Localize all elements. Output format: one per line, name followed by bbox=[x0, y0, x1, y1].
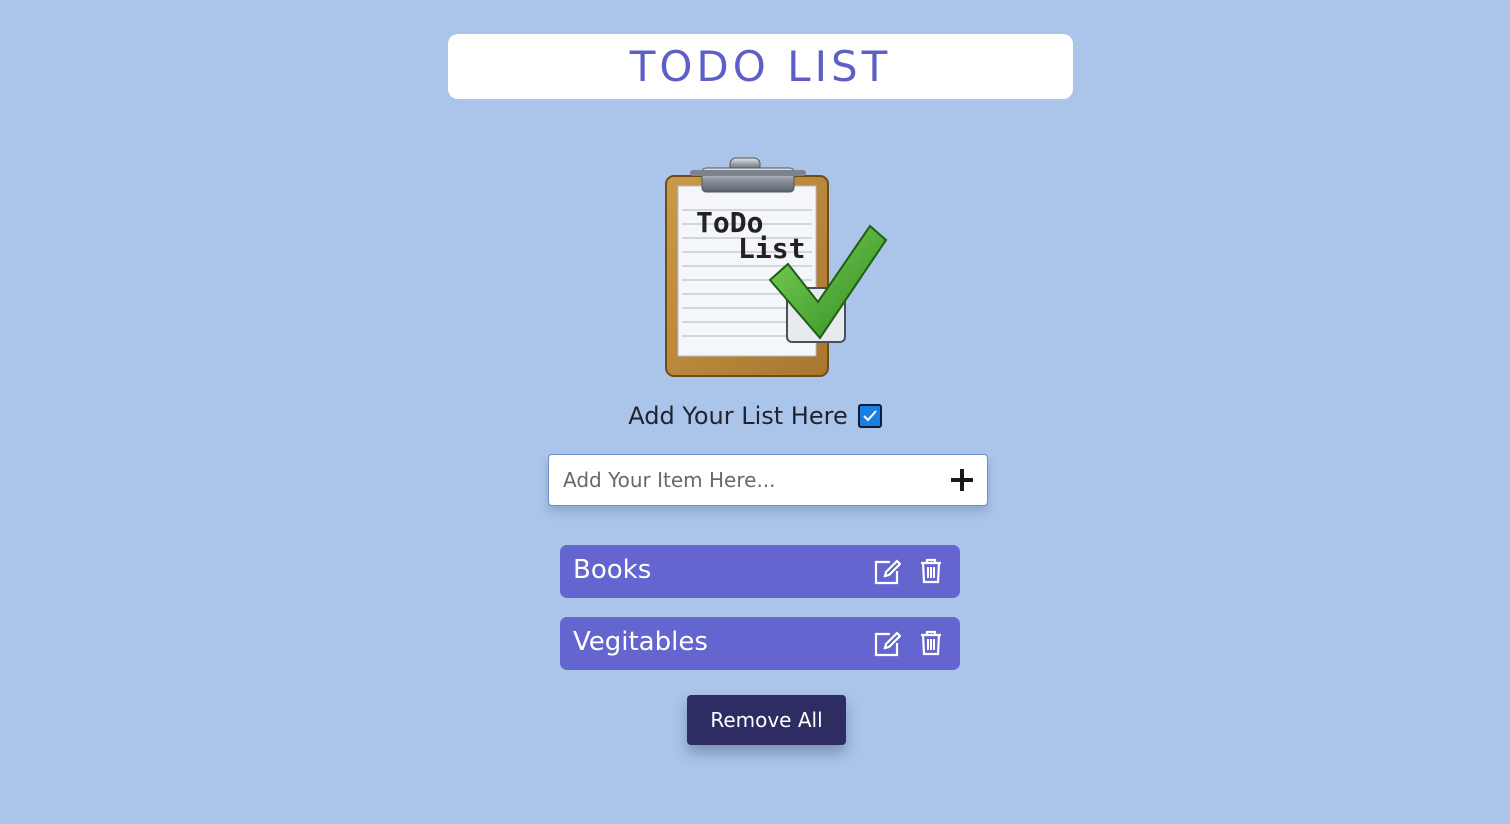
item-label: Books bbox=[573, 555, 652, 585]
item-label: Vegitables bbox=[573, 627, 708, 657]
subtitle-row: Add Your List Here bbox=[0, 398, 1510, 434]
page-title: TODO LIST bbox=[629, 42, 892, 91]
list-item: Books bbox=[560, 545, 960, 598]
trash-icon[interactable] bbox=[920, 558, 942, 584]
add-item-input[interactable] bbox=[549, 455, 929, 505]
edit-icon[interactable] bbox=[873, 559, 901, 585]
plus-icon[interactable] bbox=[949, 467, 975, 493]
subtitle-text: Add Your List Here bbox=[628, 402, 848, 430]
trash-icon[interactable] bbox=[920, 630, 942, 656]
clipboard-checkmark-logo: ToDo List bbox=[665, 157, 888, 377]
edit-icon[interactable] bbox=[873, 631, 901, 657]
checkbox-checked-icon bbox=[857, 404, 882, 428]
header-card: TODO LIST bbox=[448, 34, 1073, 99]
add-item-form bbox=[548, 454, 988, 506]
list-item: Vegitables bbox=[560, 617, 960, 670]
logo-text-list: List bbox=[738, 232, 805, 265]
remove-all-button[interactable]: Remove All bbox=[687, 695, 846, 745]
